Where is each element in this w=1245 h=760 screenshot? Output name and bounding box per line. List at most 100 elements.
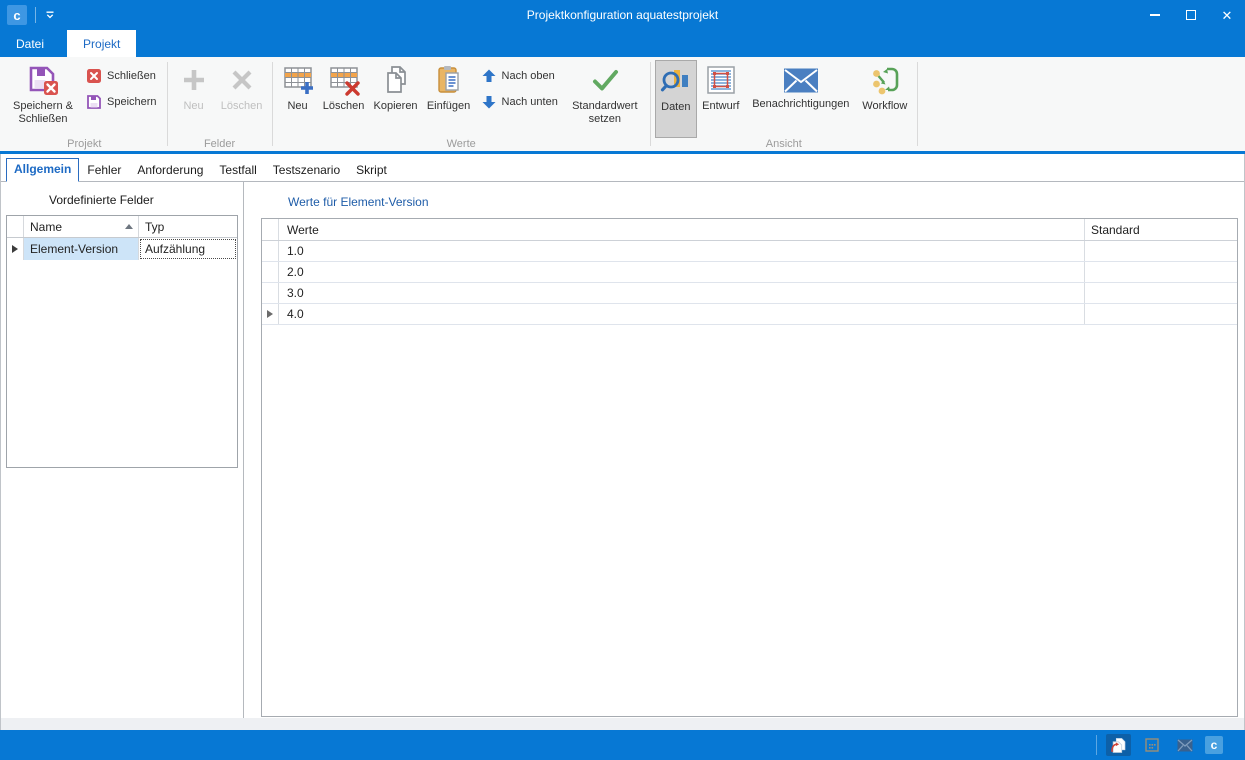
status-bar: c xyxy=(0,730,1245,760)
value-text: 4.0 xyxy=(287,307,304,321)
copy-button[interactable]: Kopieren xyxy=(369,60,423,138)
field-delete-button-disabled[interactable]: Löschen xyxy=(216,60,268,138)
main-area: Allgemein Fehler Anforderung Testfall Te… xyxy=(0,154,1245,730)
ribbon-group-felder-label: Felder xyxy=(169,138,271,154)
fields-table-row[interactable]: Element-Version Aufzählung xyxy=(7,238,237,260)
values-row-selector-cell[interactable] xyxy=(262,304,279,324)
fields-cell-typ-value: Aufzählung xyxy=(145,242,205,256)
fields-row-selector-cell[interactable] xyxy=(7,238,24,260)
aqua-logo-icon[interactable]: c xyxy=(1205,736,1223,754)
fields-column-name-header[interactable]: Name xyxy=(24,216,139,237)
tab-skript[interactable]: Skript xyxy=(348,160,395,181)
move-down-label: Nach unten xyxy=(502,96,558,108)
ribbon-separator xyxy=(272,62,273,146)
minimize-button[interactable] xyxy=(1137,0,1173,30)
app-logo-letter: c xyxy=(13,9,20,22)
close-project-button[interactable]: Schließen xyxy=(86,68,157,84)
quick-access-chevron-icon[interactable] xyxy=(44,9,56,21)
values-row-selector-cell[interactable] xyxy=(262,262,279,282)
values-column-standard-header[interactable]: Standard xyxy=(1085,219,1237,240)
statusbar-mail-button[interactable] xyxy=(1172,734,1197,756)
values-cell-standard[interactable] xyxy=(1085,304,1237,324)
values-cell-standard[interactable] xyxy=(1085,241,1237,261)
value-text: 2.0 xyxy=(287,265,304,279)
view-entwurf-button[interactable]: Entwurf xyxy=(697,60,745,138)
tab-allgemein[interactable]: Allgemein xyxy=(6,158,79,182)
checkmark-icon xyxy=(589,64,621,96)
field-delete-label: Löschen xyxy=(221,100,263,113)
move-down-button[interactable]: Nach unten xyxy=(481,94,558,110)
save-and-close-button[interactable]: Speichern & Schließen xyxy=(6,60,80,138)
ribbon-tab-projekt[interactable]: Projekt xyxy=(67,30,136,57)
data-view-icon xyxy=(660,65,692,97)
save-and-close-label: Speichern & Schließen xyxy=(6,100,80,126)
predefined-fields-table: Name Typ Element-Version Aufzählung xyxy=(6,215,238,468)
ribbon-group-ansicht-label: Ansicht xyxy=(652,138,916,154)
field-new-button-disabled[interactable]: Neu xyxy=(172,60,216,138)
view-daten-label: Daten xyxy=(661,101,690,114)
tab-fehler[interactable]: Fehler xyxy=(79,160,129,181)
window-title: Projektkonfiguration aquatestprojekt xyxy=(0,8,1245,22)
fields-column-typ-header[interactable]: Typ xyxy=(139,216,237,237)
fields-column-typ-label: Typ xyxy=(145,220,164,234)
set-default-button[interactable]: Standardwert setzen xyxy=(564,60,646,138)
values-header-selector-cell xyxy=(262,219,279,240)
values-column-standard-label: Standard xyxy=(1091,223,1140,237)
values-row-selector-cell[interactable] xyxy=(262,241,279,261)
titlebar-separator xyxy=(35,7,36,23)
tab-anforderung[interactable]: Anforderung xyxy=(129,160,211,181)
fields-header-selector-cell xyxy=(7,216,24,237)
values-table-row[interactable]: 1.0 xyxy=(262,241,1237,262)
panel-splitter[interactable] xyxy=(243,182,244,718)
values-cell-standard[interactable] xyxy=(1085,283,1237,303)
save-button[interactable]: Speichern xyxy=(86,94,157,110)
field-new-label: Neu xyxy=(183,100,203,113)
values-cell-standard[interactable] xyxy=(1085,262,1237,282)
page-tab-strip: Allgemein Fehler Anforderung Testfall Te… xyxy=(1,154,1244,182)
value-delete-button[interactable]: Löschen xyxy=(319,60,369,138)
values-cell-werte[interactable]: 2.0 xyxy=(279,262,1085,282)
close-icon: ✕ xyxy=(1222,9,1233,22)
value-delete-label: Löschen xyxy=(323,100,365,113)
move-up-button[interactable]: Nach oben xyxy=(481,68,558,84)
view-workflow-button[interactable]: Workflow xyxy=(857,60,913,138)
view-workflow-label: Workflow xyxy=(862,100,907,113)
value-new-button[interactable]: Neu xyxy=(277,60,319,138)
view-daten-button[interactable]: Daten xyxy=(655,60,697,138)
value-text: 3.0 xyxy=(287,286,304,300)
maximize-button[interactable] xyxy=(1173,0,1209,30)
sort-ascending-icon xyxy=(125,224,133,229)
app-logo-icon[interactable]: c xyxy=(7,5,27,25)
ribbon-separator xyxy=(167,62,168,146)
close-project-label: Schließen xyxy=(107,70,156,82)
tab-testfall[interactable]: Testfall xyxy=(211,160,264,181)
ribbon-tab-datei[interactable]: Datei xyxy=(0,30,60,57)
design-view-icon xyxy=(705,64,737,96)
view-benachrichtigungen-button[interactable]: Benachrichtigungen xyxy=(745,60,857,138)
values-row-selector-cell[interactable] xyxy=(262,283,279,303)
tab-testszenario[interactable]: Testszenario xyxy=(265,160,348,181)
fields-table-header: Name Typ xyxy=(7,216,237,238)
close-button[interactable]: ✕ xyxy=(1209,0,1245,30)
values-cell-werte[interactable]: 3.0 xyxy=(279,283,1085,303)
value-new-label: Neu xyxy=(287,100,307,113)
fields-cell-name[interactable]: Element-Version xyxy=(24,238,139,260)
set-default-label: Standardwert setzen xyxy=(564,100,646,126)
values-table-row[interactable]: 2.0 xyxy=(262,262,1237,283)
values-table-row[interactable]: 3.0 xyxy=(262,283,1237,304)
values-column-werte-header[interactable]: Werte xyxy=(279,219,1085,240)
fields-cell-typ[interactable]: Aufzählung xyxy=(139,238,237,260)
values-cell-werte[interactable]: 1.0 xyxy=(279,241,1085,261)
statusbar-copy-button[interactable] xyxy=(1106,734,1131,756)
aqua-logo-letter: c xyxy=(1211,739,1218,751)
statusbar-grid-button[interactable] xyxy=(1139,734,1164,756)
delete-icon xyxy=(226,64,258,96)
values-cell-werte[interactable]: 4.0 xyxy=(279,304,1085,324)
ribbon-group-ansicht: Daten Entwurf Benachrichtigungen xyxy=(652,57,916,151)
paste-button[interactable]: Einfügen xyxy=(423,60,475,138)
content-area: Vordefinierte Felder Name Typ Element-Ve… xyxy=(1,182,1244,718)
view-entwurf-label: Entwurf xyxy=(702,100,739,113)
grid-view-icon xyxy=(1144,737,1160,753)
values-table: Werte Standard 1.0 2.0 3.0 xyxy=(261,218,1238,717)
values-table-row[interactable]: 4.0 xyxy=(262,304,1237,325)
